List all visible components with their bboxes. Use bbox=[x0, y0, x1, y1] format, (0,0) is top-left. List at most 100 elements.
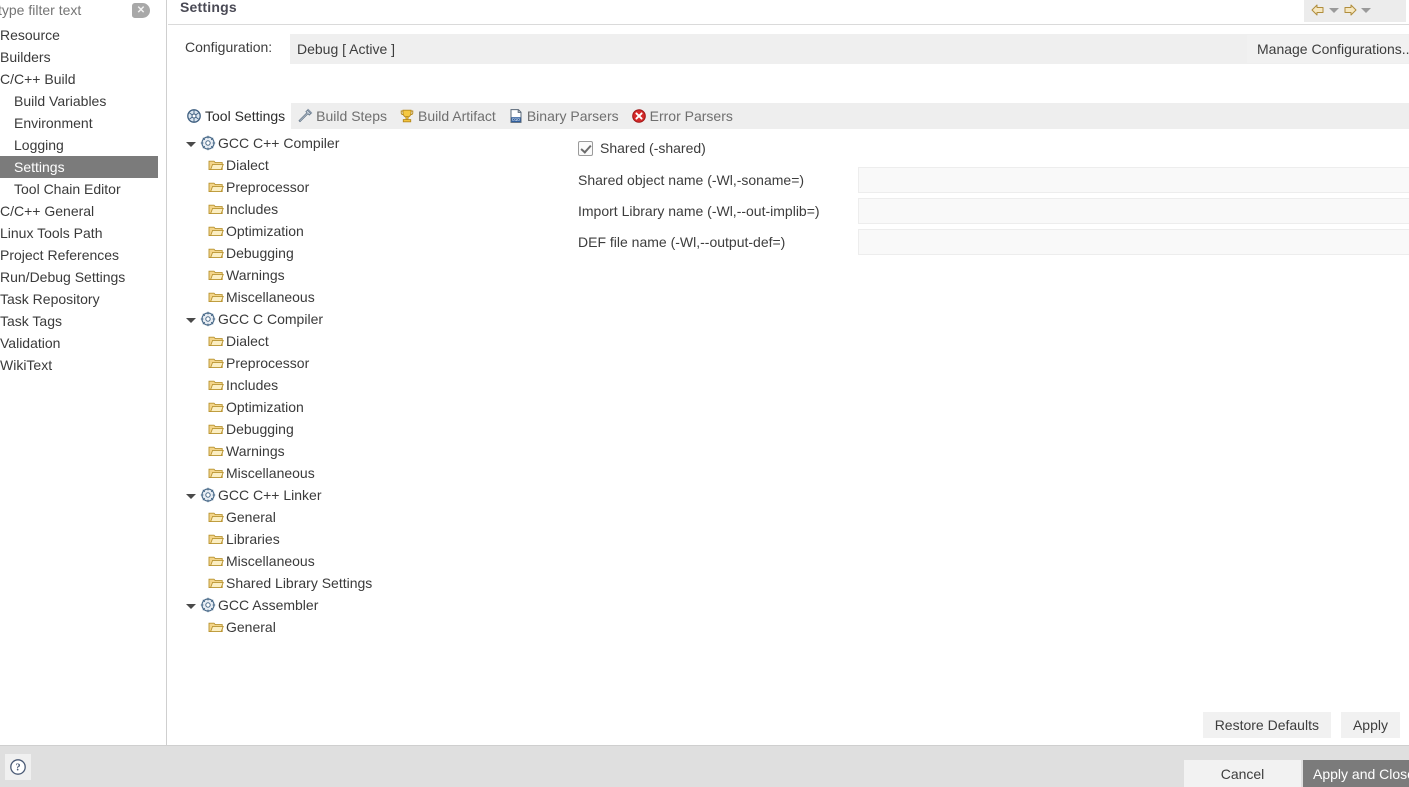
tool-tree-label: Optimization bbox=[226, 399, 304, 415]
tool-tree-item-optimization[interactable]: Optimization bbox=[180, 396, 410, 418]
tool-tree-label: Warnings bbox=[226, 443, 285, 459]
tool-tree-group-gcc-c++-compiler[interactable]: GCC C++ Compiler bbox=[180, 132, 410, 154]
field-label: Shared object name (-Wl,-soname=) bbox=[578, 172, 805, 188]
sidebar-item-task-tags[interactable]: Task Tags bbox=[0, 310, 166, 332]
sidebar-item-wikitext[interactable]: WikiText bbox=[0, 354, 166, 376]
tool-tree-label: Libraries bbox=[226, 531, 280, 547]
shared-checkbox[interactable] bbox=[578, 140, 593, 156]
sidebar-item-tool-chain-editor[interactable]: Tool Chain Editor bbox=[0, 178, 166, 200]
tool-tree: GCC C++ Compiler Dialect Preprocessor Inclu… bbox=[180, 132, 410, 692]
apply-button[interactable]: Apply bbox=[1340, 712, 1400, 738]
tool-tree-item-dialect[interactable]: Dialect bbox=[180, 330, 410, 352]
expand-triangle-icon[interactable] bbox=[186, 603, 196, 609]
tool-tree-item-optimization[interactable]: Optimization bbox=[180, 220, 410, 242]
binary-parsers-icon: 010 bbox=[510, 109, 522, 123]
configuration-combo[interactable]: Debug [ Active ] bbox=[290, 34, 1409, 64]
tool-tree-item-general[interactable]: General bbox=[180, 616, 410, 638]
tool-tree-group-gcc-c++-linker[interactable]: GCC C++ Linker bbox=[180, 484, 410, 506]
field-input[interactable] bbox=[858, 229, 1409, 255]
help-icon[interactable]: ? bbox=[5, 754, 31, 780]
sidebar-item-c-c-build[interactable]: C/C++ Build bbox=[0, 68, 166, 90]
folder-icon bbox=[208, 270, 224, 281]
folder-icon bbox=[208, 622, 224, 633]
tool-tree-group-gcc-c-compiler[interactable]: GCC C Compiler bbox=[180, 308, 410, 330]
apply-and-close-button[interactable]: Apply and Close bbox=[1303, 760, 1409, 787]
tool-tree-label: GCC C++ Linker bbox=[218, 487, 322, 503]
folder-icon bbox=[208, 160, 224, 171]
sidebar-item-run-debug-settings[interactable]: Run/Debug Settings bbox=[0, 266, 166, 288]
sidebar-item-resource[interactable]: Resource bbox=[0, 24, 166, 46]
svg-text:?: ? bbox=[15, 763, 20, 774]
sidebar-item-task-repository[interactable]: Task Repository bbox=[0, 288, 166, 310]
tool-tree-label: Optimization bbox=[226, 223, 304, 239]
tool-tree-label: Preprocessor bbox=[226, 179, 310, 195]
tool-tree-item-shared-library-settings[interactable]: Shared Library Settings bbox=[180, 572, 410, 594]
expand-triangle-icon[interactable] bbox=[186, 141, 196, 147]
tab-label: Build Steps bbox=[316, 108, 387, 124]
tool-tree-item-includes[interactable]: Includes bbox=[180, 198, 410, 220]
tool-tree-item-general[interactable]: General bbox=[180, 506, 410, 528]
gear-icon bbox=[200, 487, 216, 503]
expand-triangle-icon[interactable] bbox=[186, 317, 196, 323]
tool-tree-item-miscellaneous[interactable]: Miscellaneous bbox=[180, 462, 410, 484]
forward-arrow-icon[interactable] bbox=[1341, 2, 1359, 18]
clear-filter-icon[interactable]: ✕ bbox=[132, 3, 150, 18]
build-artifact-icon bbox=[400, 109, 414, 123]
tool-tree-item-dialect[interactable]: Dialect bbox=[180, 154, 410, 176]
folder-icon bbox=[208, 336, 224, 347]
tool-tree-label: Miscellaneous bbox=[226, 289, 315, 305]
tab-tool-settings[interactable]: Tool Settings bbox=[180, 103, 292, 129]
tool-tree-item-includes[interactable]: Includes bbox=[180, 374, 410, 396]
tool-tree-item-miscellaneous[interactable]: Miscellaneous bbox=[180, 286, 410, 308]
tool-tree-item-libraries[interactable]: Libraries bbox=[180, 528, 410, 550]
sidebar-item-builders[interactable]: Builders bbox=[0, 46, 166, 68]
tool-tree-group-gcc-assembler[interactable]: GCC Assembler bbox=[180, 594, 410, 616]
settings-dialog: ✕ Resource Builders C/C++ Build Build Varia… bbox=[0, 0, 1409, 787]
expand-triangle-icon[interactable] bbox=[186, 493, 196, 499]
sidebar-item-build-variables[interactable]: Build Variables bbox=[0, 90, 166, 112]
back-arrow-icon[interactable] bbox=[1309, 2, 1327, 18]
preferences-sidebar: ✕ Resource Builders C/C++ Build Build Varia… bbox=[0, 0, 167, 745]
sidebar-item-project-references[interactable]: Project References bbox=[0, 244, 166, 266]
sidebar-item-settings[interactable]: Settings bbox=[0, 156, 158, 178]
tab-build-steps[interactable]: Build Steps bbox=[291, 103, 393, 129]
folder-icon bbox=[208, 182, 224, 193]
forward-history-chevron-down-icon[interactable] bbox=[1361, 8, 1371, 13]
sidebar-item-validation[interactable]: Validation bbox=[0, 332, 166, 354]
tool-tree-label: Debugging bbox=[226, 421, 294, 437]
title-separator bbox=[168, 24, 1409, 25]
field-input[interactable] bbox=[858, 167, 1409, 193]
tool-tree-item-debugging[interactable]: Debugging bbox=[180, 418, 410, 440]
manage-configurations-button[interactable]: Manage Configurations... bbox=[1247, 35, 1409, 63]
tool-tree-item-warnings[interactable]: Warnings bbox=[180, 264, 410, 286]
restore-defaults-button[interactable]: Restore Defaults bbox=[1202, 712, 1331, 738]
sidebar-item-logging[interactable]: Logging bbox=[0, 134, 166, 156]
filter-input[interactable] bbox=[0, 0, 144, 22]
sidebar-item-label: Settings bbox=[14, 159, 65, 175]
sidebar-item-label: Linux Tools Path bbox=[0, 225, 103, 241]
folder-icon bbox=[208, 512, 224, 523]
tool-tree-item-miscellaneous[interactable]: Miscellaneous bbox=[180, 550, 410, 572]
folder-icon bbox=[208, 534, 224, 545]
sidebar-item-c-c-general[interactable]: C/C++ General bbox=[0, 200, 166, 222]
page-title: Settings bbox=[180, 0, 237, 15]
field-label: DEF file name (-Wl,--output-def=) bbox=[578, 234, 786, 250]
tool-tree-item-debugging[interactable]: Debugging bbox=[180, 242, 410, 264]
tab-build-artifact[interactable]: Build Artifact bbox=[393, 103, 502, 129]
tool-tree-item-preprocessor[interactable]: Preprocessor bbox=[180, 352, 410, 374]
cancel-button[interactable]: Cancel bbox=[1184, 760, 1301, 787]
sidebar-item-linux-tools-path[interactable]: Linux Tools Path bbox=[0, 222, 166, 244]
tab-binary-parsers[interactable]: 010 Binary Parsers bbox=[502, 103, 625, 129]
tab-error-parsers[interactable]: Error Parsers bbox=[625, 103, 739, 129]
sidebar-item-environment[interactable]: Environment bbox=[0, 112, 166, 134]
field-input[interactable] bbox=[858, 198, 1409, 224]
tool-tree-item-warnings[interactable]: Warnings bbox=[180, 440, 410, 462]
shared-checkbox-row[interactable]: Shared (-shared) bbox=[578, 140, 706, 156]
form-row: Import Library name (-Wl,--out-implib=) bbox=[576, 198, 1409, 224]
tool-tree-label: Dialect bbox=[226, 333, 269, 349]
sidebar-item-label: C/C++ Build bbox=[0, 71, 76, 87]
back-history-chevron-down-icon[interactable] bbox=[1329, 8, 1339, 13]
tool-tree-item-preprocessor[interactable]: Preprocessor bbox=[180, 176, 410, 198]
folder-icon bbox=[208, 556, 224, 567]
tool-tree-label: Miscellaneous bbox=[226, 553, 315, 569]
